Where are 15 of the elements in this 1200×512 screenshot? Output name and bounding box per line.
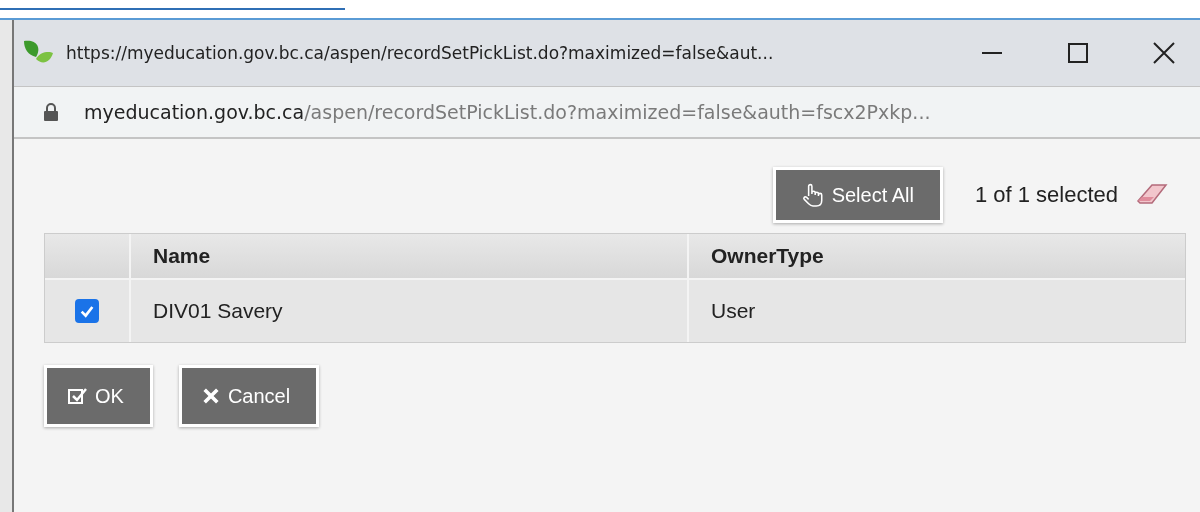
- selection-count: 1 of 1 selected: [974, 182, 1118, 208]
- hand-pointer-icon: [801, 183, 824, 207]
- checkmark-icon: [79, 303, 95, 319]
- close-icon: [201, 387, 220, 405]
- close-icon[interactable]: [1152, 41, 1176, 65]
- maximize-icon[interactable]: [1066, 41, 1090, 65]
- table-cell: DIV01 Savery: [129, 280, 687, 342]
- select-all-button[interactable]: Select All: [772, 167, 943, 223]
- cancel-button[interactable]: Cancel: [178, 365, 320, 427]
- checkbox-icon: [67, 386, 87, 406]
- row-checkbox[interactable]: [75, 299, 99, 323]
- lock-icon: [44, 103, 58, 121]
- ok-button[interactable]: OK: [44, 365, 153, 427]
- table-cell: User: [687, 280, 1185, 342]
- window-title: https://myeducation.gov.bc.ca/aspen/recordSetPickList.do?maximized=false&aut...: [66, 43, 775, 63]
